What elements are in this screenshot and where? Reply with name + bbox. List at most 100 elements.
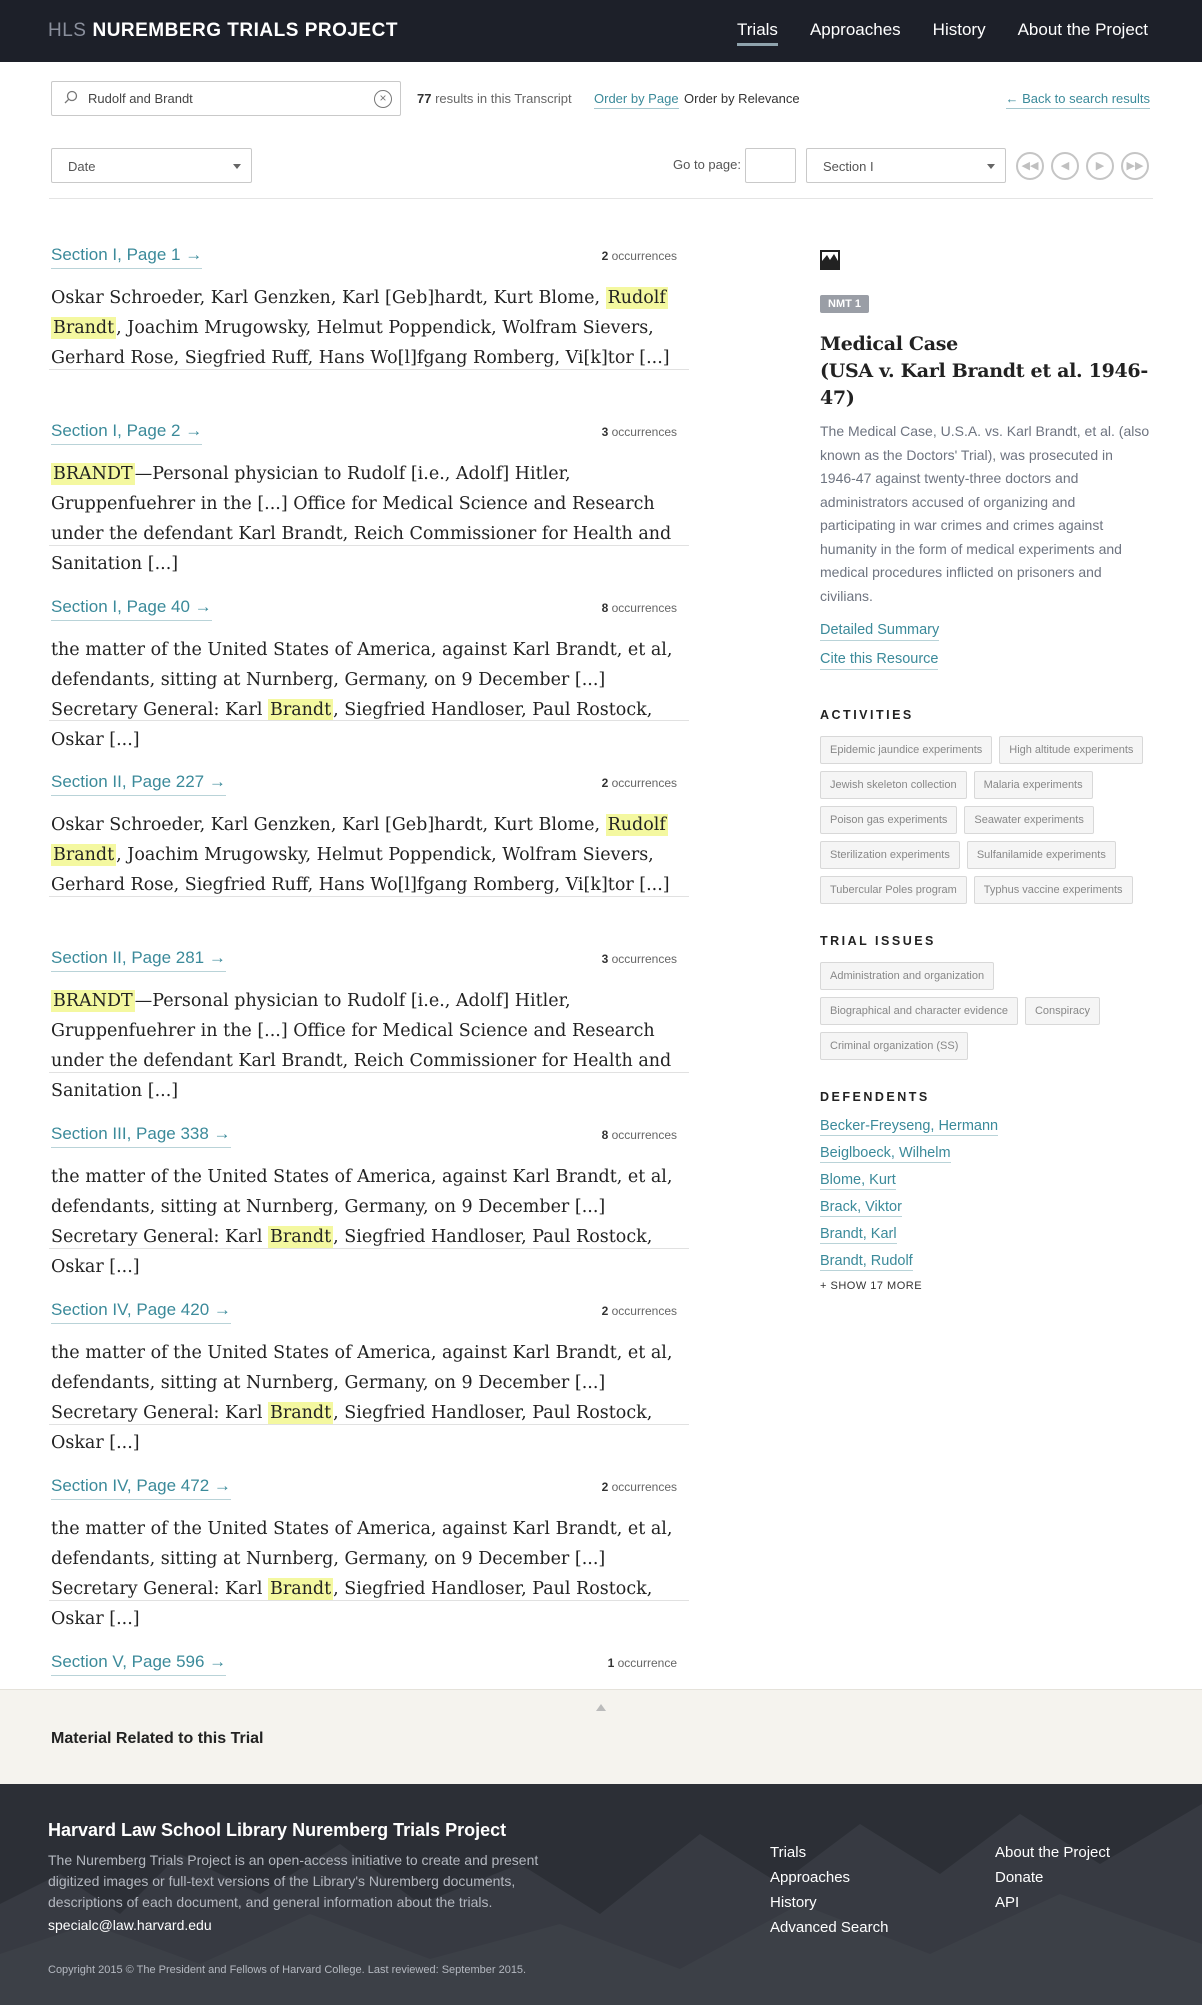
nav-approaches[interactable]: Approaches bbox=[810, 20, 901, 40]
next-page-icon[interactable]: ▶ bbox=[1086, 152, 1114, 180]
defendant-link[interactable]: Brandt, Karl bbox=[820, 1226, 1150, 1244]
activity-tag[interactable]: Typhus vaccine experiments bbox=[973, 876, 1133, 904]
footer-link-about[interactable]: About the Project bbox=[995, 1844, 1110, 1861]
top-navbar: HLS NUREMBERG TRIALS PROJECT Trials Appro… bbox=[0, 0, 1202, 62]
case-badge: NMT 1 bbox=[820, 295, 869, 313]
footer-link-trials[interactable]: Trials bbox=[770, 1844, 888, 1861]
activity-tag[interactable]: Jewish skeleton collection bbox=[820, 771, 967, 799]
trial-issue-tag[interactable]: Conspiracy bbox=[1024, 997, 1100, 1025]
result-page-link[interactable]: Section IV, Page 420 → bbox=[51, 1300, 231, 1324]
result-page-link[interactable]: Section V, Page 596 → bbox=[51, 1652, 227, 1676]
trial-issue-tag[interactable]: Criminal organization (SS) bbox=[820, 1032, 969, 1060]
footer-title: Harvard Law School Library Nuremberg Tri… bbox=[48, 1820, 507, 1840]
defendant-link[interactable]: Beiglboeck, Wilhelm bbox=[820, 1145, 1150, 1163]
search-result: Section IV, Page 472 → 2 occurrences the m… bbox=[51, 1476, 689, 1634]
search-highlight: Brandt bbox=[268, 1578, 334, 1600]
occurrence-count: 2 occurrences bbox=[601, 1304, 677, 1318]
related-material-label[interactable]: Material Related to this Trial bbox=[51, 1730, 264, 1748]
search-highlight: Rudolf bbox=[605, 814, 668, 836]
result-snippet: the matter of the United States of Ameri… bbox=[51, 1519, 673, 1629]
last-page-icon[interactable]: ▶▶ bbox=[1121, 152, 1149, 180]
result-count: 77 results in this Transcript bbox=[417, 91, 572, 106]
back-to-results-link[interactable]: ← Back to search results bbox=[1005, 91, 1150, 109]
clear-icon[interactable]: × bbox=[374, 90, 392, 108]
result-page-link[interactable]: Section I, Page 1 → bbox=[51, 245, 203, 269]
nav-trials[interactable]: Trials bbox=[737, 20, 778, 46]
result-divider bbox=[49, 369, 689, 370]
activity-tag[interactable]: Tubercular Poles program bbox=[820, 876, 967, 904]
search-result: Section III, Page 338 → 8 occurrences the … bbox=[51, 1124, 689, 1282]
occurrence-count: 8 occurrences bbox=[601, 601, 677, 615]
footer-copyright: Copyright 2015 © The President and Fello… bbox=[48, 1964, 527, 1976]
result-page-link[interactable]: Section I, Page 2 → bbox=[51, 421, 203, 445]
result-page-link[interactable]: Section II, Page 281 → bbox=[51, 948, 226, 972]
search-highlight: BRANDT bbox=[51, 990, 135, 1012]
trial-sidebar: NMT 1 Medical Case (USA v. Karl Brandt e… bbox=[820, 250, 1150, 1292]
result-page-link[interactable]: Section II, Page 227 → bbox=[51, 772, 226, 796]
occurrence-count: 8 occurrences bbox=[601, 1128, 677, 1142]
result-page-link[interactable]: Section III, Page 338 → bbox=[51, 1124, 231, 1148]
footer-link-advanced-search[interactable]: Advanced Search bbox=[770, 1919, 888, 1936]
defendant-link[interactable]: Brandt, Rudolf bbox=[820, 1253, 1150, 1271]
activity-tag[interactable]: Epidemic jaundice experiments bbox=[820, 736, 993, 764]
case-title: Medical Case (USA v. Karl Brandt et al. … bbox=[820, 333, 1148, 409]
cite-resource-link[interactable]: Cite this Resource bbox=[820, 651, 939, 670]
activity-tag[interactable]: Poison gas experiments bbox=[820, 806, 958, 834]
result-page-link[interactable]: Section IV, Page 472 → bbox=[51, 1476, 231, 1500]
activity-tag[interactable]: Seawater experiments bbox=[964, 806, 1094, 834]
search-result: Section II, Page 227 → 2 occurrences Oskar… bbox=[51, 772, 689, 900]
search-highlight: Rudolf bbox=[605, 287, 668, 309]
result-divider bbox=[49, 720, 689, 721]
order-by-relevance-link[interactable]: Order by Relevance bbox=[684, 91, 800, 106]
main-nav: Trials Approaches History About the Proj… bbox=[737, 20, 1148, 46]
detailed-summary-link[interactable]: Detailed Summary bbox=[820, 622, 940, 641]
related-material-section: Material Related to this Trial bbox=[0, 1689, 1202, 1784]
activity-tag[interactable]: Sterilization experiments bbox=[820, 841, 960, 869]
trial-issues-tags: Administration and organization Biographi… bbox=[820, 962, 1150, 1060]
footer-description: The Nuremberg Trials Project is an open-… bbox=[48, 1852, 539, 1910]
footer-link-api[interactable]: API bbox=[995, 1894, 1110, 1911]
defendants-heading: DEFENDENTS bbox=[820, 1090, 930, 1104]
search-highlight: Brandt bbox=[268, 1402, 334, 1424]
occurrence-count: 2 occurrences bbox=[601, 1480, 677, 1494]
search-result: Section I, Page 40 → 8 occurrences the mat… bbox=[51, 597, 689, 755]
footer-link-approaches[interactable]: Approaches bbox=[770, 1869, 888, 1886]
activity-tag[interactable]: Malaria experiments bbox=[973, 771, 1093, 799]
trial-issue-tag[interactable]: Biographical and character evidence bbox=[820, 997, 1018, 1025]
search-highlight: Brandt bbox=[51, 844, 117, 866]
prev-page-icon[interactable]: ◀ bbox=[1051, 152, 1079, 180]
date-select[interactable]: Date bbox=[51, 148, 252, 183]
search-highlight: BRANDT bbox=[51, 463, 135, 485]
first-page-icon[interactable]: ◀◀ bbox=[1016, 152, 1044, 180]
trial-issue-tag[interactable]: Administration and organization bbox=[820, 962, 995, 990]
search-highlight: Brandt bbox=[268, 699, 334, 721]
defendant-link[interactable]: Becker-Freyseng, Hermann bbox=[820, 1118, 1150, 1136]
result-snippet: BRANDT —Personal physician to Rudolf [i.e… bbox=[51, 990, 672, 1101]
result-snippet: Oskar Schroeder, Karl Genzken, Karl [Geb… bbox=[51, 814, 670, 895]
search-icon bbox=[64, 90, 78, 104]
nav-history[interactable]: History bbox=[933, 20, 986, 40]
search-result: Section V, Page 596 → 1 occurrence bbox=[51, 1652, 689, 1676]
footer-email-link[interactable]: specialc@law.harvard.edu bbox=[48, 1917, 212, 1933]
result-snippet: BRANDT —Personal physician to Rudolf [i.e… bbox=[51, 463, 672, 574]
site-brand[interactable]: HLS NUREMBERG TRIALS PROJECT bbox=[48, 20, 398, 42]
goto-page-label: Go to page: bbox=[673, 157, 741, 172]
goto-page-input[interactable] bbox=[745, 148, 796, 183]
footer-links-col2: About the Project Donate API bbox=[995, 1844, 1110, 1919]
nav-about[interactable]: About the Project bbox=[1018, 20, 1148, 40]
activity-tag[interactable]: High altitude experiments bbox=[999, 736, 1144, 764]
chevron-up-icon[interactable] bbox=[596, 1704, 606, 1711]
section-select[interactable]: Section I bbox=[806, 148, 1006, 183]
defendant-link[interactable]: Blome, Kurt bbox=[820, 1172, 1150, 1190]
footer-link-donate[interactable]: Donate bbox=[995, 1869, 1110, 1886]
search-input[interactable]: Rudolf and Brandt × bbox=[51, 81, 401, 116]
footer-link-history[interactable]: History bbox=[770, 1894, 888, 1911]
brand-name: NUREMBERG TRIALS PROJECT bbox=[92, 20, 398, 41]
show-more-button[interactable]: + SHOW 17 MORE bbox=[820, 1280, 1150, 1292]
result-page-link[interactable]: Section I, Page 40 → bbox=[51, 597, 212, 621]
result-divider bbox=[49, 1600, 689, 1601]
activity-tag[interactable]: Sulfanilamide experiments bbox=[966, 841, 1116, 869]
defendants-list: Becker-Freyseng, Hermann Beiglboeck, Wilh… bbox=[820, 1118, 1150, 1271]
order-by-page-link[interactable]: Order by Page bbox=[594, 91, 679, 109]
defendant-link[interactable]: Brack, Viktor bbox=[820, 1199, 1150, 1217]
